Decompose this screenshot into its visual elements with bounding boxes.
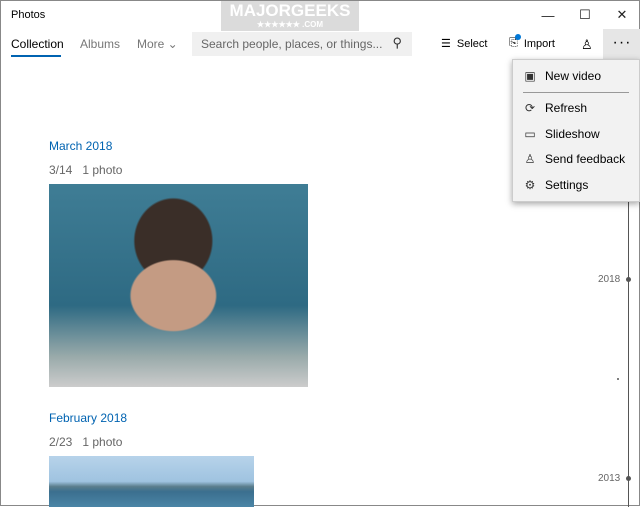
month-heading[interactable]: February 2018 bbox=[49, 411, 127, 425]
group-subtitle: 2/23 1 photo bbox=[49, 435, 132, 449]
menu-item-refresh[interactable]: ⟳ Refresh bbox=[523, 101, 587, 115]
new-video-icon: ▣ bbox=[524, 69, 536, 83]
timeline-marker bbox=[626, 476, 631, 481]
add-person-button[interactable]: ♙ bbox=[581, 37, 593, 53]
timeline-marker bbox=[626, 277, 631, 282]
search-placeholder: Search people, places, or things... bbox=[201, 37, 383, 51]
group-count: 1 photo bbox=[82, 435, 123, 449]
active-tab-indicator bbox=[11, 55, 61, 57]
menu-separator bbox=[523, 92, 629, 93]
timeline-year[interactable]: 2013 bbox=[598, 473, 620, 484]
menu-item-send-feedback[interactable]: ♙ Send feedback bbox=[523, 152, 625, 166]
menu-item-slideshow[interactable]: ▭ Slideshow bbox=[523, 127, 600, 141]
group-date: 3/14 bbox=[49, 163, 73, 177]
timeline-year[interactable]: 2018 bbox=[598, 274, 620, 285]
month-heading[interactable]: March 2018 bbox=[49, 139, 112, 153]
photo-thumbnail[interactable] bbox=[49, 456, 254, 507]
group-date: 2/23 bbox=[49, 435, 73, 449]
gear-icon: ⚙ bbox=[524, 178, 536, 192]
more-options-button[interactable]: ··· bbox=[603, 29, 640, 60]
person-add-icon: ♙ bbox=[581, 37, 593, 52]
import-button[interactable]: ⎘ Import bbox=[509, 34, 555, 50]
import-label: Import bbox=[523, 37, 555, 50]
menu-label: Send feedback bbox=[545, 152, 626, 166]
import-icon: ⎘ bbox=[509, 34, 521, 50]
slideshow-icon: ▭ bbox=[524, 127, 536, 141]
menu-item-settings[interactable]: ⚙ Settings bbox=[523, 178, 589, 192]
close-button[interactable]: ✕ bbox=[603, 1, 640, 29]
menu-label: Slideshow bbox=[545, 127, 600, 141]
window-title: Photos bbox=[11, 9, 46, 21]
select-label: Select bbox=[456, 37, 488, 50]
select-button[interactable]: ☰ Select bbox=[441, 37, 488, 51]
watermark-logo: MAJORGEEKS ★★★★★★ .COM bbox=[221, 1, 359, 31]
select-icon: ☰ bbox=[441, 38, 451, 50]
timeline-tick bbox=[617, 378, 619, 380]
feedback-icon: ♙ bbox=[524, 152, 536, 166]
search-icon[interactable]: ⚲ bbox=[392, 35, 402, 51]
search-input[interactable]: Search people, places, or things... ⚲ bbox=[192, 32, 412, 56]
timeline-scrubber[interactable] bbox=[628, 201, 629, 507]
more-options-menu: ▣ New video ⟳ Refresh ▭ Slideshow ♙ Send fee… bbox=[512, 59, 640, 202]
refresh-icon: ⟳ bbox=[524, 101, 536, 115]
minimize-button[interactable]: — bbox=[529, 1, 567, 29]
tab-collection[interactable]: Collection bbox=[11, 37, 64, 51]
maximize-button[interactable]: ☐ bbox=[566, 1, 604, 29]
tab-albums[interactable]: Albums bbox=[80, 37, 120, 51]
group-subtitle: 3/14 1 photo bbox=[49, 163, 132, 177]
photo-thumbnail[interactable] bbox=[49, 184, 308, 387]
tab-more[interactable]: More ⌄ bbox=[137, 37, 178, 51]
menu-label: Refresh bbox=[545, 101, 588, 115]
menu-label: Settings bbox=[545, 178, 589, 192]
menu-item-new-video[interactable]: ▣ New video bbox=[523, 69, 601, 83]
menu-label: New video bbox=[545, 69, 602, 83]
group-count: 1 photo bbox=[82, 163, 123, 177]
